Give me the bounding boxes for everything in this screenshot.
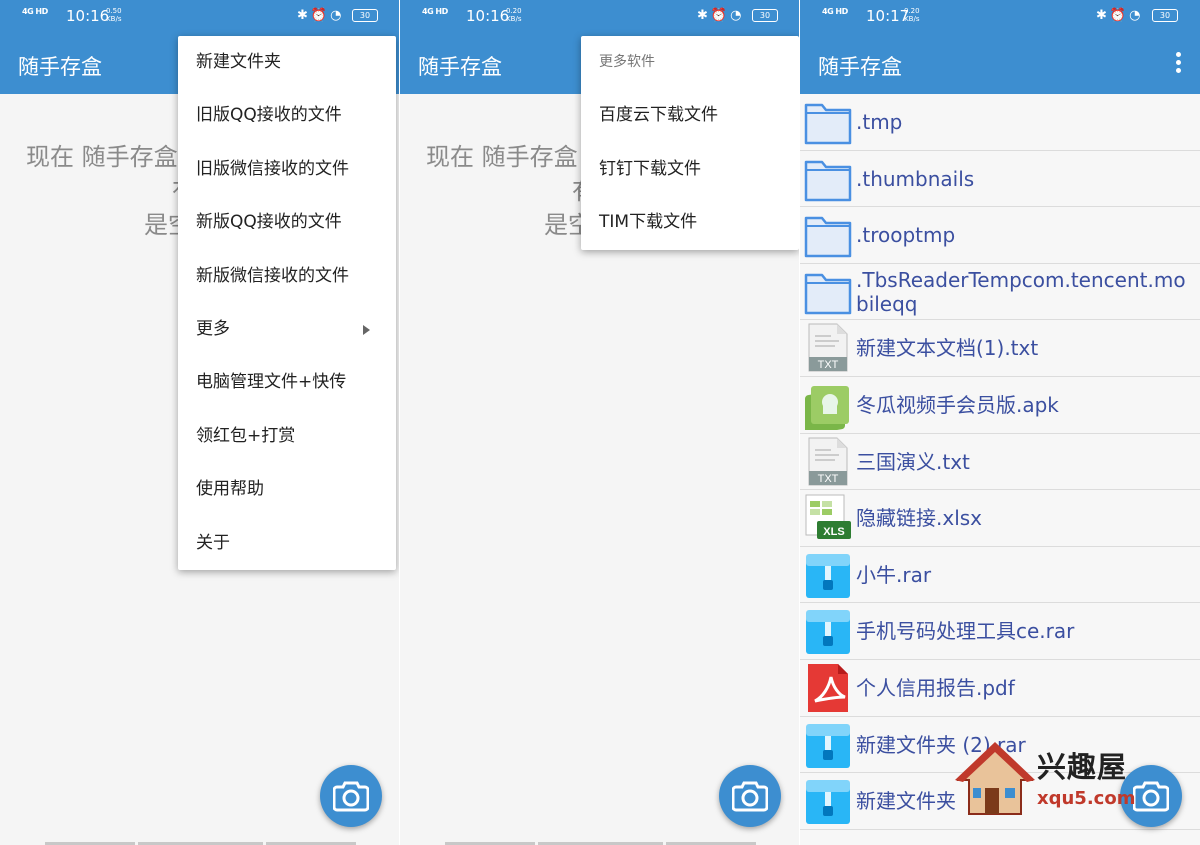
status-icons: ✱⏰◔ [697,8,745,23]
rar-file-icon [803,720,853,770]
network-speed: 0.20 KB/s [904,7,920,23]
file-name: 手机号码处理工具ce.rar [856,619,1075,644]
screen-more-submenu: 4G HD 10:16 0.20 KB/s ✱⏰◔ 30 随手存盒 现在 随手存盒… [400,0,799,845]
network-speed: 0.50 KB/s [106,7,122,23]
folder-file-icon [803,267,853,317]
file-row[interactable]: .tmp [800,94,1200,151]
file-list: .tmp .thumbnails .trooptmp .TbsReaderTempco… [800,94,1200,830]
file-row[interactable]: 冬瓜视频手会员版.apk [800,377,1200,436]
battery-icon: 30 [752,9,778,22]
file-row[interactable]: 手机号码处理工具ce.rar [800,603,1200,660]
battery-icon: 30 [1152,9,1178,22]
more-options-icon[interactable] [1176,52,1182,76]
signal-icon: 4G HD [822,7,848,16]
txt-file-icon: TXT [803,323,853,373]
overflow-menu: 新建文件夹 旧版QQ接收的文件 旧版微信接收的文件 新版QQ接收的文件 新版微信… [178,36,396,570]
screen-main-menu: 4G HD 10:16 0.50 KB/s ✱⏰◔ 30 随手存盒 现在 随手存盒… [0,0,399,845]
menu-item-help[interactable]: 使用帮助 [178,463,396,516]
watermark-title: 兴趣屋 [1037,750,1128,784]
file-name: 个人信用报告.pdf [856,675,1015,700]
network-speed: 0.20 KB/s [506,7,522,23]
menu-item-pc-transfer[interactable]: 电脑管理文件+快传 [178,356,396,409]
file-row[interactable]: 小牛.rar [800,547,1200,604]
status-time: 10:17 [866,7,910,25]
app-bar: 随手存盒 [800,33,1200,94]
file-row[interactable]: .TbsReaderTempcom.tencent.mobileqq [800,264,1200,321]
folder-file-icon [803,97,853,147]
house-logo-icon [955,742,1035,815]
rar-file-icon [803,606,853,656]
menu-item-baidu-files[interactable]: 百度云下载文件 [581,89,799,142]
menu-item-tim-files[interactable]: TIM下载文件 [581,196,799,249]
svg-text:TXT: TXT [818,473,839,485]
signal-icon: 4G HD [22,7,48,16]
menu-item-old-qq-files[interactable]: 旧版QQ接收的文件 [178,89,396,142]
status-bar: 4G HD 10:16 0.20 KB/s ✱⏰◔ 30 [400,0,799,33]
camera-button[interactable] [719,765,781,827]
menu-item-more[interactable]: 更多 [178,303,396,356]
rar-file-icon [803,550,853,600]
file-row[interactable]: .trooptmp [800,207,1200,264]
menu-header: 更多软件 [599,54,655,70]
status-time: 10:16 [466,7,510,25]
status-icons: ✱⏰◔ [297,8,345,23]
camera-button[interactable] [320,765,382,827]
apk-file-icon [803,380,853,436]
file-name: .TbsReaderTempcom.tencent.mobileqq [856,267,1186,316]
file-name: 新建文本文档(1).txt [856,336,1039,361]
menu-item-red-packet[interactable]: 领红包+打赏 [178,410,396,463]
file-row[interactable]: TXT 三国演义.txt [800,434,1200,491]
signal-icon: 4G HD [422,7,448,16]
status-bar: 4G HD 10:17 0.20 KB/s ✱⏰◔ 30 [800,0,1200,33]
file-row[interactable]: TXT 新建文本文档(1).txt [800,320,1200,377]
status-time: 10:16 [66,7,110,25]
menu-item-about[interactable]: 关于 [178,517,396,570]
file-name: .thumbnails [856,166,975,191]
folder-file-icon [803,154,853,204]
camera-icon [333,781,369,812]
battery-icon: 30 [352,9,378,22]
file-name: .tmp [856,110,903,134]
menu-item-old-wechat-files[interactable]: 旧版微信接收的文件 [178,143,396,196]
rar-file-icon [803,776,853,826]
menu-item-dingtalk-files[interactable]: 钉钉下载文件 [581,143,799,196]
watermark-url: xqu5.com [1037,788,1136,809]
file-name: 小牛.rar [856,562,932,587]
menu-item-new-folder[interactable]: 新建文件夹 [178,36,396,89]
status-icons: ✱⏰◔ [1096,8,1144,23]
txt-file-icon: TXT [803,437,853,487]
xls-file-icon: XLS [803,493,853,543]
file-row[interactable]: XLS 隐藏链接.xlsx [800,490,1200,547]
screen-file-list: 4G HD 10:17 0.20 KB/s ✱⏰◔ 30 随手存盒 .tmp .th… [800,0,1200,845]
file-name: 三国演义.txt [856,449,970,474]
pdf-file-icon [803,663,853,713]
file-name: .trooptmp [856,223,956,248]
status-bar: 4G HD 10:16 0.50 KB/s ✱⏰◔ 30 [0,0,399,33]
watermark: 兴趣屋 xqu5.com [955,740,1155,820]
app-title: 随手存盒 [18,55,102,79]
file-row[interactable]: 个人信用报告.pdf [800,660,1200,717]
menu-item-new-wechat-files[interactable]: 新版微信接收的文件 [178,250,396,303]
app-title: 随手存盒 [418,55,502,79]
submenu-arrow-icon [363,324,370,335]
file-row[interactable]: .thumbnails [800,151,1200,208]
svg-text:XLS: XLS [823,526,844,538]
app-title: 随手存盒 [818,55,902,79]
more-software-menu: 更多软件 百度云下载文件 钉钉下载文件 TIM下载文件 [581,36,799,250]
menu-item-new-qq-files[interactable]: 新版QQ接收的文件 [178,196,396,249]
file-name: 冬瓜视频手会员版.apk [856,392,1059,417]
svg-text:TXT: TXT [818,359,839,371]
file-name: 隐藏链接.xlsx [856,506,983,531]
camera-icon [732,781,768,812]
folder-file-icon [803,210,853,260]
